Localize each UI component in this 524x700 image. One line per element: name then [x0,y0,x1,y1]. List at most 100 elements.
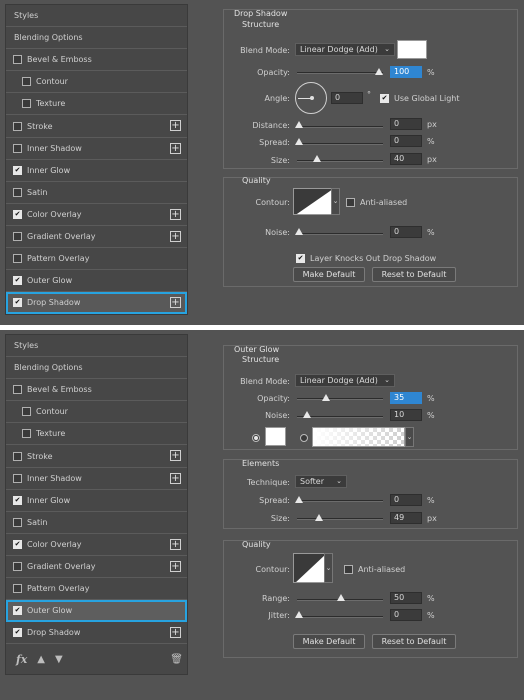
style-checkbox[interactable] [22,407,31,417]
anti-aliased-checkbox[interactable] [344,565,353,574]
style-item-stroke[interactable]: Stroke + [6,115,187,138]
blend-mode-dropdown[interactable]: Linear Dodge (Add) ⌄ [295,374,395,387]
add-style-plus-icon[interactable]: + [170,472,181,484]
noise-field[interactable]: 10 [390,409,422,421]
make-default-button[interactable]: Make Default [293,267,365,282]
style-item-satin[interactable]: Satin [6,512,187,534]
style-item-inner-glow[interactable]: ✔ Inner Glow [6,160,187,182]
style-checkbox[interactable] [22,99,31,109]
style-item-texture[interactable]: Texture [6,423,187,446]
style-checkbox[interactable] [13,143,22,153]
style-checkbox[interactable] [13,517,22,527]
solid-color-radio[interactable] [252,434,260,442]
contour-preview[interactable] [293,188,332,215]
style-item-stroke[interactable]: Stroke + [6,445,187,468]
glow-gradient-swatch[interactable] [312,427,405,447]
add-style-plus-icon[interactable]: + [170,538,181,550]
distance-slider[interactable] [297,126,383,128]
opacity-slider[interactable] [297,398,383,400]
style-item-gradient-overlay[interactable]: Gradient Overlay + [6,226,187,249]
layer-knocks-checkbox[interactable]: ✔ [296,254,305,263]
size-field[interactable]: 40 [390,153,422,165]
style-item-color-overlay[interactable]: ✔ Color Overlay + [6,534,187,556]
reset-to-default-button[interactable]: Reset to Default [372,634,456,649]
distance-field[interactable]: 0 [390,118,422,130]
contour-dropdown-caret[interactable]: ⌄ [324,553,333,583]
style-checkbox[interactable]: ✔ [13,628,22,638]
gradient-radio[interactable] [300,434,308,442]
style-checkbox[interactable]: ✔ [13,606,22,616]
add-style-plus-icon[interactable]: + [170,560,181,572]
size-slider[interactable] [297,518,383,520]
jitter-slider[interactable] [297,616,383,618]
style-item-blending-options[interactable]: Blending Options [6,357,187,380]
style-item-satin[interactable]: Satin [6,182,187,204]
style-item-styles[interactable]: Styles [6,5,187,28]
noise-slider-thumb[interactable] [303,411,311,418]
style-checkbox[interactable] [13,385,22,395]
contour-dropdown-caret[interactable]: ⌄ [331,188,340,215]
style-item-contour[interactable]: Contour [6,71,187,94]
spread-slider-thumb[interactable] [295,496,303,503]
noise-slider-thumb[interactable] [295,228,303,235]
opacity-slider-thumb[interactable] [322,394,330,401]
opacity-slider-thumb[interactable] [375,68,383,75]
move-down-icon[interactable]: ▼ [55,654,63,665]
distance-slider-thumb[interactable] [295,121,303,128]
angle-dial[interactable] [295,82,327,114]
noise-slider[interactable] [297,233,383,235]
spread-field[interactable]: 0 [390,494,422,506]
style-checkbox[interactable] [13,187,22,197]
opacity-field[interactable]: 35 [390,392,422,404]
size-slider-thumb[interactable] [315,514,323,521]
style-checkbox[interactable]: ✔ [13,495,22,505]
style-item-inner-glow[interactable]: ✔ Inner Glow [6,490,187,512]
style-checkbox[interactable] [13,121,22,131]
style-checkbox[interactable]: ✔ [13,298,22,308]
add-style-plus-icon[interactable]: + [170,120,181,132]
noise-field[interactable]: 0 [390,226,422,238]
style-item-drop-shadow[interactable]: ✔ Drop Shadow + [6,622,187,645]
jitter-field[interactable]: 0 [390,609,422,621]
style-item-contour[interactable]: Contour [6,401,187,424]
style-checkbox[interactable]: ✔ [13,539,22,549]
style-item-bevel-emboss[interactable]: Bevel & Emboss [6,379,187,402]
technique-dropdown[interactable]: Softer ⌄ [295,475,347,488]
angle-field[interactable]: 0 [331,92,363,104]
style-checkbox[interactable] [22,429,31,439]
size-field[interactable]: 49 [390,512,422,524]
style-item-outer-glow[interactable]: ✔ Outer Glow [6,270,187,293]
style-item-inner-shadow[interactable]: Inner Shadow + [6,468,187,490]
trash-icon[interactable]: 🗑 [170,654,183,665]
add-style-plus-icon[interactable]: + [170,450,181,462]
style-checkbox[interactable]: ✔ [13,165,22,175]
style-item-pattern-overlay[interactable]: Pattern Overlay [6,578,187,601]
range-field[interactable]: 50 [390,592,422,604]
move-up-icon[interactable]: ▲ [37,654,45,665]
style-checkbox[interactable] [13,561,22,571]
use-global-light-checkbox[interactable]: ✔ [380,94,389,103]
opacity-slider[interactable] [297,72,383,74]
contour-preview[interactable] [293,553,325,583]
style-checkbox[interactable] [13,451,22,461]
style-item-gradient-overlay[interactable]: Gradient Overlay + [6,556,187,579]
add-style-plus-icon[interactable]: + [170,230,181,242]
style-item-blending-options[interactable]: Blending Options [6,27,187,50]
anti-aliased-checkbox[interactable] [346,198,355,207]
style-checkbox[interactable] [13,231,22,241]
style-checkbox[interactable] [13,254,22,264]
spread-slider[interactable] [297,143,383,145]
add-style-plus-icon[interactable]: + [170,297,181,309]
add-style-plus-icon[interactable]: + [170,208,181,220]
style-checkbox[interactable] [13,473,22,483]
style-item-drop-shadow[interactable]: ✔ Drop Shadow + [6,292,187,315]
blend-mode-dropdown[interactable]: Linear Dodge (Add) ⌄ [295,43,395,56]
gradient-dropdown-caret[interactable]: ⌄ [405,427,414,447]
spread-slider-thumb[interactable] [295,138,303,145]
add-style-plus-icon[interactable]: + [170,142,181,154]
range-slider-thumb[interactable] [337,594,345,601]
fx-icon[interactable]: fx [16,653,27,666]
jitter-slider-thumb[interactable] [295,611,303,618]
style-item-styles[interactable]: Styles [6,335,187,358]
style-checkbox[interactable] [22,77,31,87]
